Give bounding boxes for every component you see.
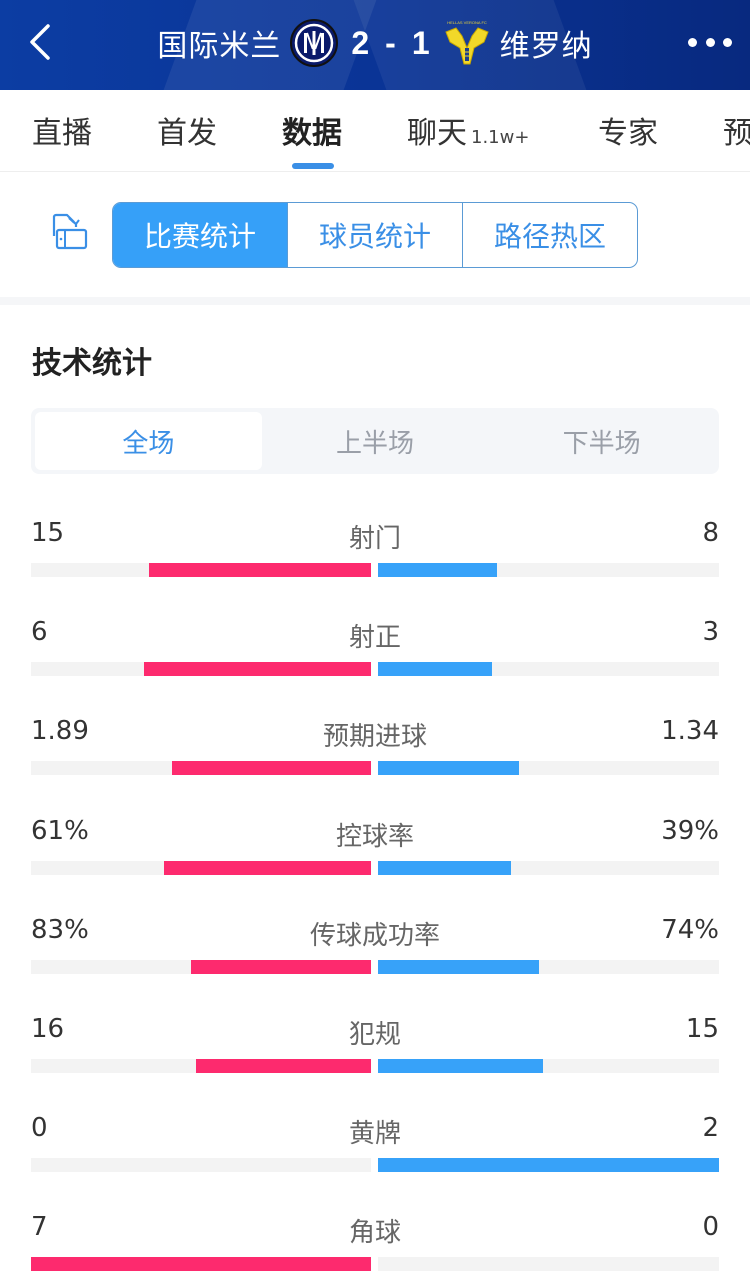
home-bar-track: [31, 761, 371, 776]
away-value: 39%: [661, 815, 719, 846]
away-value: 0: [702, 1212, 719, 1243]
period-first-half[interactable]: 上半场: [262, 412, 489, 470]
home-team-name: 国际米兰: [157, 29, 282, 64]
stat-label: 控球率: [335, 821, 414, 852]
stats-list: 15 射门 8 6 射正 3 1.89 预期进球 1.34 61% 控球率 39% 83% 传球成功率 74…: [0, 500, 750, 1286]
away-value: 2: [702, 1113, 719, 1144]
tab-player-stats[interactable]: 球员统计: [288, 203, 463, 267]
stat-row: 16 犯规 15: [0, 996, 750, 1095]
stats-type-bar: 比赛统计 球员统计 路径热区: [0, 172, 750, 297]
stats-type-switch: 比赛统计 球员统计 路径热区: [112, 202, 638, 268]
away-bar: [378, 959, 539, 974]
tab-data[interactable]: 数据: [282, 108, 342, 152]
active-tab-indicator: [292, 163, 334, 169]
home-bar-track: [31, 959, 371, 974]
stat-label: 角球: [348, 1218, 401, 1249]
away-bar-track: [378, 761, 719, 776]
away-value: 1.34: [661, 716, 719, 747]
away-bar-track: [378, 1058, 719, 1073]
svg-text:HELLAS VERONA FC: HELLAS VERONA FC: [447, 20, 487, 25]
stat-label: 预期进球: [322, 722, 427, 753]
tab-label: 聊天: [407, 116, 467, 151]
home-bar: [31, 1257, 371, 1272]
tab-lineup[interactable]: 首发: [157, 108, 217, 152]
away-team-name: 维罗纳: [499, 29, 593, 64]
stat-row: 83% 传球成功率 74%: [0, 897, 750, 996]
home-bar-track: [31, 1158, 371, 1173]
stat-row: 1.89 预期进球 1.34: [0, 698, 750, 797]
home-bar-track: [31, 662, 371, 677]
away-bar: [378, 860, 511, 875]
away-bar: [378, 761, 520, 776]
stat-label: 射正: [348, 623, 401, 654]
stat-row: 7 角球 0: [0, 1194, 750, 1286]
away-bar-track: [378, 1257, 719, 1272]
away-value: 15: [685, 1013, 719, 1044]
away-value: 74%: [661, 914, 719, 945]
home-bar: [163, 860, 371, 875]
home-bar: [191, 959, 371, 974]
period-switch: 全场 上半场 下半场: [31, 408, 719, 474]
home-bar: [144, 662, 371, 677]
stat-label: 射门: [348, 524, 401, 554]
home-bar-track: [31, 860, 371, 875]
away-score: 1: [411, 24, 430, 61]
tab-label: 专家: [598, 116, 658, 151]
away-bar: [378, 662, 492, 677]
tab-live[interactable]: 直播: [32, 108, 92, 152]
match-header: 国际米兰 2 - 1 HELLAS VERONA FC 维罗纳: [0, 0, 750, 90]
inter-milan-logo-icon: [290, 19, 339, 67]
away-bar-track: [378, 563, 719, 577]
home-bar: [172, 761, 371, 776]
stat-row: 15 射门 8: [0, 500, 750, 599]
away-bar-track: [378, 860, 719, 875]
stat-label: 黄牌: [348, 1119, 401, 1150]
tab-label: 预测: [723, 116, 750, 151]
section-divider: [0, 297, 750, 305]
tab-heatmap[interactable]: 路径热区: [463, 203, 637, 267]
tab-label: 首发: [157, 116, 217, 151]
main-tabs: 直播 首发 数据 聊天1.1w+ 专家 预测: [0, 90, 750, 172]
screen-rotate-icon[interactable]: [50, 212, 90, 252]
home-score: 2: [351, 24, 370, 61]
stat-row: 0 黄牌 2: [0, 1095, 750, 1194]
score-separator: -: [385, 24, 396, 61]
more-button[interactable]: [688, 30, 732, 54]
section-title: 技术统计: [32, 346, 152, 381]
stat-row: 61% 控球率 39%: [0, 798, 750, 897]
match-title: 国际米兰 2 - 1 HELLAS VERONA FC 维罗纳: [0, 0, 750, 86]
home-bar-track: [31, 1257, 371, 1272]
away-value: 8: [702, 518, 719, 548]
hellas-verona-logo-icon: HELLAS VERONA FC: [444, 20, 489, 65]
tab-prediction[interactable]: 预测: [723, 108, 750, 152]
period-full-match[interactable]: 全场: [35, 412, 262, 470]
stat-row: 6 射正 3: [0, 599, 750, 698]
chat-count-badge: 1.1w+: [471, 127, 530, 148]
more-dots-icon: [723, 37, 732, 47]
tab-chat[interactable]: 聊天 1.1w+: [407, 108, 529, 152]
home-bar-track: [31, 1058, 371, 1073]
away-bar-track: [378, 959, 719, 974]
home-bar-track: [31, 563, 371, 577]
more-dots-icon: [688, 37, 697, 47]
more-dots-icon: [705, 37, 715, 47]
away-bar-track: [378, 1158, 719, 1173]
tab-label: 直播: [32, 116, 92, 151]
away-bar: [378, 563, 497, 577]
period-second-half[interactable]: 下半场: [488, 412, 715, 470]
home-bar: [195, 1058, 371, 1073]
away-bar: [378, 1058, 543, 1073]
tab-experts[interactable]: 专家: [598, 108, 658, 152]
away-value: 3: [702, 617, 719, 648]
stat-label: 传球成功率: [309, 920, 440, 951]
stat-label: 犯规: [348, 1019, 401, 1050]
away-bar-track: [378, 662, 719, 677]
tab-label: 数据: [282, 116, 342, 151]
tab-match-stats[interactable]: 比赛统计: [113, 203, 288, 267]
away-bar: [378, 1158, 719, 1173]
home-bar: [149, 563, 371, 577]
